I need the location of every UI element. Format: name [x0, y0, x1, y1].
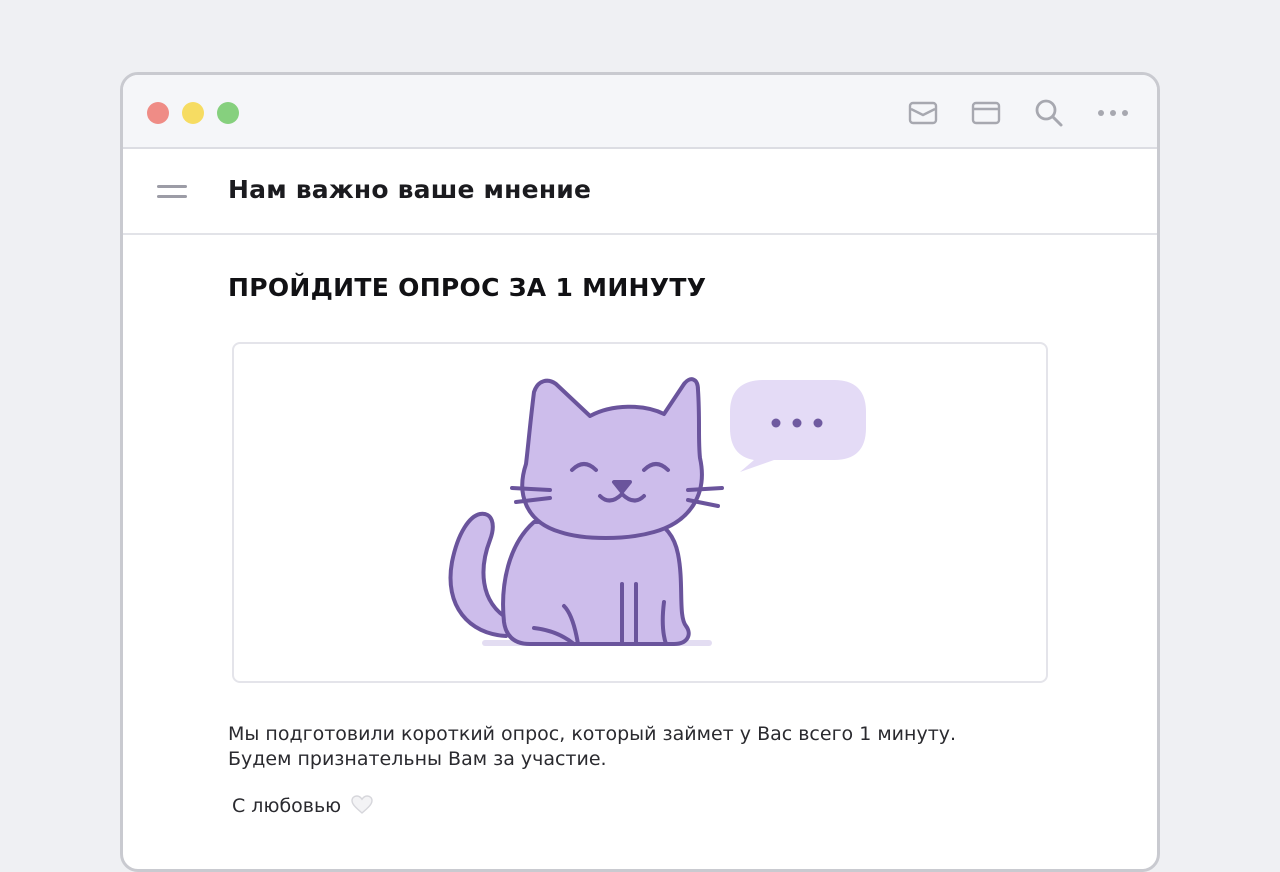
hamburger-icon[interactable] [153, 177, 189, 207]
signature: С любовью [232, 795, 373, 820]
cat-icon [448, 377, 724, 646]
maximize-button[interactable] [217, 102, 239, 124]
heart-icon [351, 795, 373, 820]
survey-description-line1: Мы подготовили короткий опрос, который з… [228, 723, 957, 745]
minimize-button[interactable] [182, 102, 204, 124]
speech-bubble-icon [730, 380, 866, 472]
survey-heading: ПРОЙДИТЕ ОПРОС ЗА 1 МИНУТУ [228, 273, 707, 302]
more-icon[interactable] [1095, 95, 1131, 131]
window-titlebar [123, 75, 1157, 149]
survey-description: Мы подготовили короткий опрос, который з… [228, 722, 1028, 772]
search-icon[interactable] [1031, 95, 1067, 131]
signature-text: С любовью [232, 795, 342, 817]
survey-illustration [232, 342, 1048, 683]
window-icon[interactable] [968, 95, 1004, 131]
survey-description-line2: Будем признательны Вам за участие. [228, 748, 607, 770]
close-button[interactable] [147, 102, 169, 124]
message-header: Нам важно ваше мнение [123, 149, 1157, 235]
page-title: Нам важно ваше мнение [228, 175, 592, 204]
mail-icon[interactable] [905, 95, 941, 131]
mail-window: Нам важно ваше мнение ПРОЙДИТЕ ОПРОС ЗА … [120, 72, 1160, 872]
